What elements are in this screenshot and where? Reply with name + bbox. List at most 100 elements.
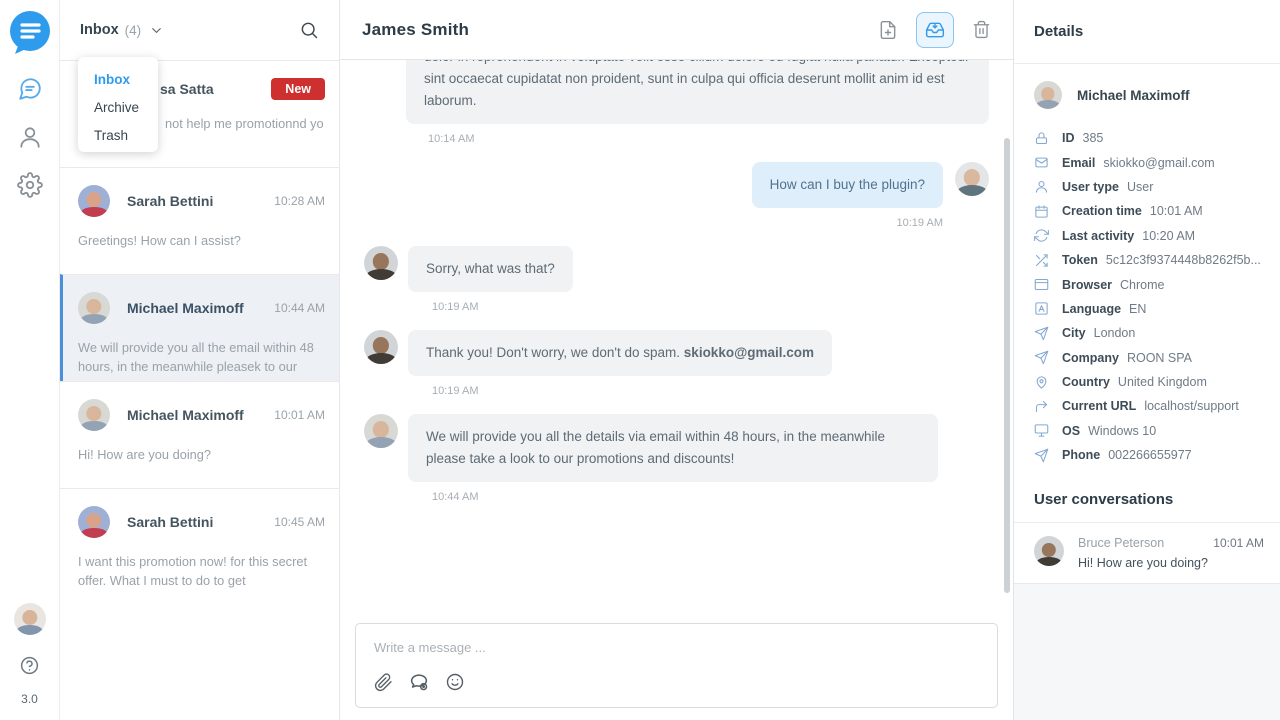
avatar xyxy=(364,414,398,448)
conversation-name: Sarah Bettini xyxy=(127,514,213,530)
conversation-time: 10:45 AM xyxy=(274,515,325,529)
shuffle-icon xyxy=(1034,253,1049,268)
map-pin-icon xyxy=(1034,375,1049,390)
message-right: How can I buy the plugin? xyxy=(364,162,989,208)
conversation-name: Michael Maximoff xyxy=(127,300,244,316)
field-row: Creation time10:01 AM xyxy=(1034,199,1270,223)
field-row: Phone002266655977 xyxy=(1034,443,1270,467)
chat-panel: James Smith dolor in reprehenderit in vo… xyxy=(340,0,1013,720)
new-badge: New xyxy=(271,78,325,100)
message-left: Thank you! Don't worry, we don't do spam… xyxy=(364,330,989,376)
avatar xyxy=(78,292,110,324)
field-row: User typeUser xyxy=(1034,175,1270,199)
message-bubble: How can I buy the plugin? xyxy=(752,162,943,208)
field-row: CountryUnited Kingdom xyxy=(1034,370,1270,394)
language-icon xyxy=(1034,301,1049,316)
message-time: 10:19 AM xyxy=(432,301,989,313)
calendar-icon xyxy=(1034,204,1049,219)
inbox-filter-dropdown: Inbox Archive Trash xyxy=(78,57,158,152)
message-left: dolor in reprehenderit in voluptate veli… xyxy=(364,60,989,124)
field-row: ID385 xyxy=(1034,126,1270,150)
nav-settings-icon[interactable] xyxy=(17,172,43,198)
conversation-item[interactable]: Sarah Bettini 10:45 AM I want this promo… xyxy=(60,488,339,595)
paper-plane-icon xyxy=(1034,326,1049,341)
field-row: BrowserChrome xyxy=(1034,272,1270,296)
message-bubble: dolor in reprehenderit in voluptate veli… xyxy=(406,60,989,124)
conversation-time: 10:01 AM xyxy=(1213,536,1264,550)
details-panel: Details Michael Maximoff ID385 Emailskio… xyxy=(1013,0,1280,720)
message-input[interactable] xyxy=(374,640,979,655)
conversation-name: Bruce Peterson xyxy=(1078,536,1164,550)
avatar xyxy=(1034,536,1064,566)
inbox-filter-button[interactable]: Inbox (4) xyxy=(80,22,164,38)
browser-icon xyxy=(1034,277,1049,292)
conversation-name: sa Satta xyxy=(160,81,214,97)
chat-scrollbar-thumb[interactable] xyxy=(1004,138,1010,593)
dropdown-item-inbox[interactable]: Inbox xyxy=(94,66,158,94)
user-icon xyxy=(1034,179,1049,194)
field-row: Last activity10:20 AM xyxy=(1034,224,1270,248)
app-logo-icon[interactable] xyxy=(8,10,52,54)
avatar xyxy=(364,246,398,280)
field-row: CityLondon xyxy=(1034,321,1270,345)
message-time: 10:14 AM xyxy=(428,133,989,145)
field-row: CompanyROON SPA xyxy=(1034,346,1270,370)
field-row: LanguageEN xyxy=(1034,297,1270,321)
conversation-list-panel: Inbox (4) sa Satta New not help me promo… xyxy=(60,0,340,720)
conversation-item[interactable]: Sarah Bettini 10:28 AM Greetings! How ca… xyxy=(60,167,339,274)
field-row: OSWindows 10 xyxy=(1034,419,1270,443)
details-panel-footer xyxy=(1014,584,1280,720)
saved-replies-icon[interactable] xyxy=(408,671,430,693)
user-conversations-title: User conversations xyxy=(1014,467,1280,522)
attachment-icon[interactable] xyxy=(374,673,393,692)
avatar xyxy=(78,185,110,217)
lock-icon xyxy=(1034,131,1049,146)
nav-conversations-icon[interactable] xyxy=(17,76,43,102)
conversation-preview: I want this promotion now! for this secr… xyxy=(78,552,325,590)
help-icon[interactable] xyxy=(19,655,40,676)
filter-label: Inbox xyxy=(80,22,119,38)
share-arrow-icon xyxy=(1034,399,1049,414)
list-header: Inbox (4) xyxy=(60,0,339,60)
message-time: 10:44 AM xyxy=(432,491,989,503)
conversation-time: 10:01 AM xyxy=(274,408,325,422)
archive-conversation-button[interactable] xyxy=(916,12,954,48)
app-nav-rail: 3.0 xyxy=(0,0,60,720)
filter-count: (4) xyxy=(125,23,142,38)
avatar xyxy=(955,162,989,196)
sync-icon xyxy=(1034,228,1049,243)
message-left: We will provide you all the details via … xyxy=(364,414,989,482)
avatar xyxy=(78,506,110,538)
conversation-name: Sarah Bettini xyxy=(127,193,213,209)
details-title: Details xyxy=(1034,23,1083,40)
search-icon[interactable] xyxy=(299,20,319,40)
add-note-icon[interactable] xyxy=(878,20,898,40)
monitor-icon xyxy=(1034,423,1049,438)
dropdown-item-archive[interactable]: Archive xyxy=(94,94,158,122)
conversation-item-selected[interactable]: Michael Maximoff 10:44 AM We will provid… xyxy=(60,274,339,381)
conversation-item[interactable]: Michael Maximoff 10:01 AM Hi! How are yo… xyxy=(60,381,339,488)
trash-icon[interactable] xyxy=(972,20,991,39)
field-row: Token5c12c3f9374448b8262f5b... xyxy=(1034,248,1270,272)
user-conversation-item[interactable]: Bruce Peterson 10:01 AM Hi! How are you … xyxy=(1014,522,1280,584)
paper-plane-icon xyxy=(1034,350,1049,365)
avatar xyxy=(1034,81,1062,109)
message-time: 10:19 AM xyxy=(432,385,989,397)
dropdown-item-trash[interactable]: Trash xyxy=(94,122,158,150)
chat-header: James Smith xyxy=(340,0,1013,60)
field-row: Current URLlocalhost/support xyxy=(1034,394,1270,418)
message-left: Sorry, what was that? xyxy=(364,246,989,292)
message-composer xyxy=(355,623,998,708)
current-user-avatar[interactable] xyxy=(14,603,46,635)
message-time: 10:19 AM xyxy=(364,217,943,229)
conversation-time: 10:44 AM xyxy=(274,301,325,315)
message-email: skiokko@gmail.com xyxy=(684,345,814,360)
message-bubble: Sorry, what was that? xyxy=(408,246,573,292)
nav-users-icon[interactable] xyxy=(17,124,43,150)
avatar xyxy=(364,330,398,364)
emoji-icon[interactable] xyxy=(445,672,465,692)
conversation-name: Michael Maximoff xyxy=(127,407,244,423)
messages-area: dolor in reprehenderit in voluptate veli… xyxy=(340,60,1013,609)
app-version: 3.0 xyxy=(21,692,38,706)
paper-plane-icon xyxy=(1034,448,1049,463)
